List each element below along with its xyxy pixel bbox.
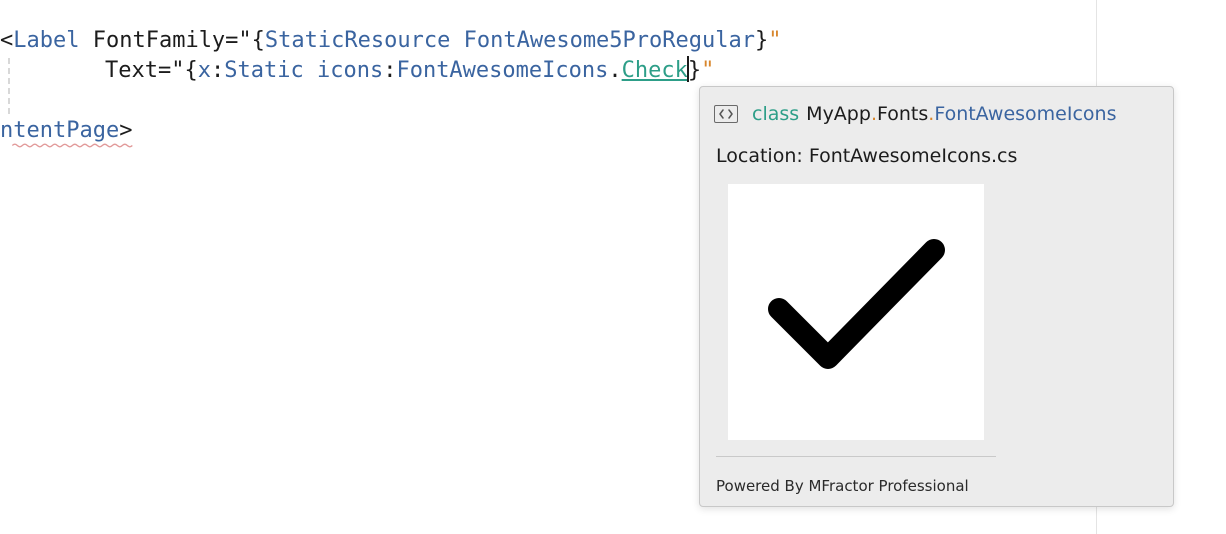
code-line-1[interactable]: <Label FontFamily="{StaticResource FontA… (0, 26, 782, 56)
class-keyword: class (752, 103, 800, 125)
tag-name-label[interactable]: Label (13, 28, 79, 53)
code-brackets-icon (714, 105, 738, 123)
quote-end: " (768, 28, 782, 53)
tag-open-bracket: < (0, 28, 14, 53)
attr-text[interactable]: Text=" (105, 58, 184, 83)
tooltip-header: class MyApp. Fonts. FontAwesomeIcons (714, 101, 1116, 127)
brace-open: { (184, 58, 198, 83)
code-line-3[interactable]: ntentPage> (0, 116, 132, 146)
location-label: Location: (716, 145, 803, 167)
location-file[interactable]: FontAwesomeIcons.cs (809, 145, 1018, 167)
tag-name-contentpage[interactable]: ntentPage (0, 118, 119, 143)
quote-end: " (701, 58, 715, 83)
brace-open: { (251, 28, 265, 53)
code-line-2[interactable]: Text="{x:Static icons:FontAwesomeIcons.C… (0, 56, 714, 86)
static-keyword[interactable]: Static (224, 58, 303, 83)
member-link-check[interactable]: Check (622, 58, 688, 83)
checkmark-icon (768, 239, 945, 369)
symbol-tooltip: class MyApp. Fonts. FontAwesomeIcons Locat… (699, 86, 1174, 507)
error-squiggle (11, 143, 133, 148)
class-reference[interactable]: FontAwesomeIcons (396, 58, 608, 83)
dot: . (608, 58, 622, 83)
tag-close-bracket: > (119, 118, 133, 143)
type-name[interactable]: FontAwesomeIcons (934, 103, 1116, 125)
brace-close: } (755, 28, 769, 53)
location-line: Location: FontAwesomeIcons.cs (716, 145, 1017, 167)
attr-fontfamily[interactable]: FontFamily=" (79, 28, 252, 53)
xaml-namespace[interactable]: x (198, 58, 211, 83)
resource-name[interactable]: FontAwesome5ProRegular (464, 28, 755, 53)
brace-close: } (687, 58, 702, 83)
powered-by-label: Powered By MFractor Professional (716, 477, 969, 495)
colon: : (210, 58, 225, 83)
namespace-part: MyApp (806, 103, 871, 125)
icon-preview (728, 184, 984, 440)
footer-divider (716, 456, 996, 457)
icons-namespace[interactable]: icons (317, 58, 383, 83)
namespace-part: Fonts (876, 103, 929, 125)
static-resource-keyword[interactable]: StaticResource (265, 28, 450, 53)
colon: : (383, 58, 397, 83)
